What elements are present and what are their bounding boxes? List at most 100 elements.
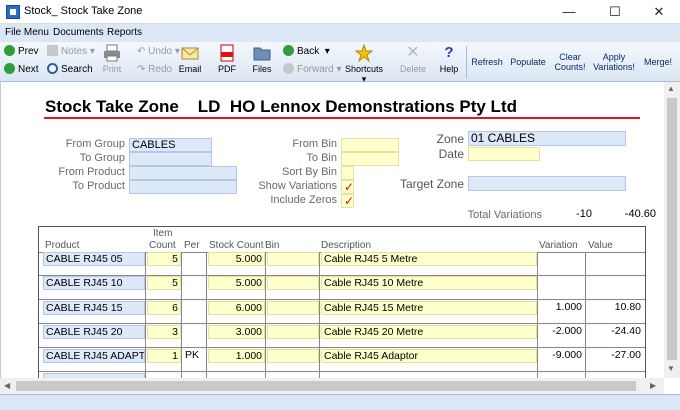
page-title: Stock Take Zone LD HO Lennox Demonstrati…	[45, 97, 517, 116]
description-cell[interactable]: Cable RJ45 15 Metre	[321, 301, 537, 315]
column-divider	[206, 252, 207, 387]
col-header-product: Product	[45, 240, 80, 251]
help-button[interactable]: ? Help	[438, 44, 460, 74]
count-cell[interactable]: 6	[147, 301, 181, 315]
back-button[interactable]: Back ▾	[283, 44, 330, 60]
help-icon: ?	[444, 44, 454, 61]
to-group-field[interactable]	[129, 152, 212, 166]
stock-count-cell[interactable]: 3.000	[208, 325, 265, 339]
scroll-left-icon[interactable]: ◀	[4, 381, 10, 390]
value-cell	[587, 252, 643, 266]
prev-icon	[4, 45, 15, 56]
notes-icon	[47, 45, 58, 56]
company-name: LD HO Lennox Demonstrations Pty Ltd	[197, 97, 517, 116]
to-bin-field[interactable]	[341, 152, 399, 166]
description-cell[interactable]: Cable RJ45 Adaptor	[321, 349, 537, 363]
show-variations-checkbox[interactable]: ✓	[341, 180, 354, 194]
redo-button[interactable]: ↷ Redo	[137, 62, 172, 78]
stock-count-cell[interactable]: 5.000	[208, 252, 265, 266]
scroll-right-icon[interactable]: ▶	[650, 381, 656, 390]
product-cell[interactable]: CABLE RJ45 20	[43, 325, 145, 339]
bin-cell[interactable]	[267, 301, 319, 315]
search-button[interactable]: Search	[47, 62, 93, 78]
clear-counts-button[interactable]: Clear Counts!	[552, 52, 588, 72]
minimize-button[interactable]: —	[546, 0, 592, 24]
bin-cell[interactable]	[267, 325, 319, 339]
star-icon	[355, 44, 373, 62]
from-bin-label: From Bin	[292, 138, 337, 150]
description-cell[interactable]: Cable RJ45 5 Metre	[321, 252, 537, 266]
from-product-field[interactable]	[129, 166, 237, 180]
bin-cell[interactable]	[267, 349, 319, 363]
vertical-scroll-thumb[interactable]	[667, 98, 677, 360]
horizontal-scrollbar[interactable]: ◀ ▶	[0, 378, 664, 394]
product-cell[interactable]: CABLE RJ45 05	[43, 252, 145, 266]
vertical-scrollbar[interactable]: ▲ ▼	[664, 82, 680, 378]
value-cell	[587, 276, 643, 290]
count-cell[interactable]: 1	[147, 349, 181, 363]
show-variations-label: Show Variations	[258, 180, 337, 192]
email-button[interactable]: Email	[178, 44, 202, 74]
prev-button[interactable]: Prev	[4, 44, 39, 60]
scroll-down-icon[interactable]: ▼	[667, 364, 675, 373]
search-icon	[47, 63, 58, 74]
app-icon	[6, 5, 20, 19]
column-divider	[537, 252, 538, 387]
menu-reports[interactable]: Reports	[107, 27, 142, 38]
value-cell: 10.80	[614, 301, 641, 313]
sort-by-bin-checkbox[interactable]	[341, 166, 354, 180]
description-cell[interactable]: Cable RJ45 10 Metre	[321, 276, 537, 290]
total-variations-label: Total Variations	[467, 209, 542, 221]
count-cell[interactable]: 3	[147, 325, 181, 339]
to-product-field[interactable]	[129, 180, 237, 194]
from-group-field[interactable]: CABLES	[129, 138, 212, 152]
refresh-button[interactable]: Refresh	[470, 57, 504, 67]
menu-file[interactable]: File Menu	[5, 27, 49, 38]
from-bin-field[interactable]	[341, 138, 399, 152]
apply-variations-button[interactable]: Apply Variations!	[592, 52, 636, 72]
files-button[interactable]: Files	[250, 44, 274, 74]
total-value: -40.60	[624, 208, 656, 220]
menu-documents[interactable]: Documents	[53, 27, 104, 38]
pdf-button[interactable]: PDF	[215, 44, 239, 74]
notes-button[interactable]: Notes ▾	[47, 44, 95, 60]
bin-cell[interactable]	[267, 276, 319, 290]
next-button[interactable]: Next	[4, 62, 39, 78]
populate-button[interactable]: Populate	[508, 57, 548, 67]
product-cell[interactable]: CABLE RJ45 15	[43, 301, 145, 315]
count-cell[interactable]: 5	[147, 252, 181, 266]
date-label: Date	[438, 147, 464, 161]
product-cell[interactable]: CABLE RJ45 10	[43, 276, 145, 290]
from-product-label: From Product	[58, 166, 125, 178]
undo-button[interactable]: ↶ Undo ▾	[137, 44, 180, 60]
product-cell[interactable]: CABLE RJ45 ADAPT	[43, 349, 145, 363]
variation-cell: -9.000	[552, 349, 582, 361]
col-header-description: Description	[321, 240, 372, 251]
description-cell[interactable]: Cable RJ45 20 Metre	[321, 325, 537, 339]
delete-button[interactable]: ✕ Delete	[398, 44, 428, 74]
total-variation-value: -10	[576, 208, 592, 220]
close-button[interactable]: ✕	[636, 0, 680, 24]
per-cell	[183, 252, 205, 266]
next-icon	[4, 63, 15, 74]
stock-count-cell[interactable]: 1.000	[208, 349, 265, 363]
bin-cell[interactable]	[267, 252, 319, 266]
horizontal-scroll-thumb[interactable]	[16, 381, 636, 391]
toolbar: Prev Next Notes ▾ Search ↶ Undo ▾ ↷ Redo…	[0, 42, 680, 85]
target-zone-label: Target Zone	[399, 177, 464, 191]
merge-button[interactable]: Merge!	[640, 57, 676, 67]
include-zeros-label: Include Zeros	[270, 194, 337, 206]
forward-button[interactable]: Forward ▾	[283, 62, 342, 78]
target-zone-field[interactable]	[468, 176, 626, 191]
date-field[interactable]	[468, 147, 540, 161]
count-cell[interactable]: 5	[147, 276, 181, 290]
include-zeros-checkbox[interactable]: ✓	[341, 194, 354, 208]
shortcuts-button[interactable]: Shortcuts ▾	[344, 44, 384, 85]
stock-count-cell[interactable]: 5.000	[208, 276, 265, 290]
stock-count-cell[interactable]: 6.000	[208, 301, 265, 315]
print-button[interactable]: Print	[100, 44, 124, 74]
scroll-up-icon[interactable]: ▲	[667, 84, 675, 93]
zone-field[interactable]: 01 CABLES	[468, 131, 626, 146]
maximize-button[interactable]: ☐	[592, 0, 638, 24]
col-header-item: Item	[153, 228, 173, 239]
